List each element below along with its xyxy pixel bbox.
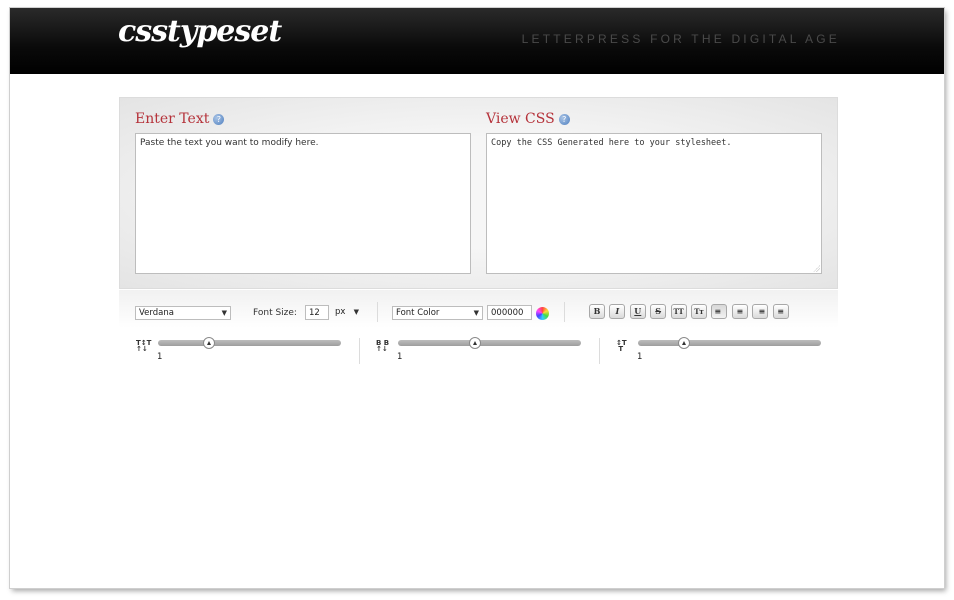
chevron-down-icon: ▼ — [473, 309, 479, 317]
divider — [377, 302, 378, 322]
font-color-input[interactable]: 000000 — [487, 305, 532, 320]
uppercase-button[interactable]: TT — [670, 304, 687, 319]
logo[interactable]: csstypeset — [118, 14, 282, 49]
line-height-icon: ↕T T — [616, 339, 627, 353]
css-output-placeholder: Copy the CSS Generated here to your styl… — [491, 138, 732, 148]
divider — [359, 338, 360, 364]
line-height-value: 1 — [637, 352, 643, 362]
help-icon[interactable]: ? — [213, 113, 225, 125]
bold-button[interactable]: B — [589, 304, 605, 319]
letter-spacing-value: 1 — [157, 352, 163, 362]
underline-button[interactable]: U — [629, 304, 646, 319]
view-css-heading: View CSS? — [486, 111, 570, 127]
help-icon[interactable]: ? — [558, 113, 570, 125]
text-input-area[interactable]: Paste the text you want to modify here. — [135, 133, 471, 274]
line-height-slider-thumb[interactable] — [677, 337, 690, 349]
word-spacing-slider-thumb[interactable] — [468, 337, 481, 349]
chevron-down-icon: ▼ — [353, 308, 359, 316]
text-input-placeholder: Paste the text you want to modify here. — [140, 138, 319, 148]
font-color-select[interactable]: Font Color ▼ — [392, 306, 483, 320]
letter-spacing-slider-thumb[interactable] — [203, 337, 216, 349]
editor-panel: Enter Text? Paste the text you want to m… — [119, 97, 838, 289]
enter-text-heading: Enter Text? — [135, 111, 225, 127]
capitalize-button[interactable]: Tт — [691, 304, 707, 319]
italic-button[interactable]: I — [609, 304, 626, 319]
word-spacing-value: 1 — [397, 352, 403, 362]
format-toolbar: Verdana ▼ Font Size: 12 px ▼ Font Color ▼ 0… — [119, 290, 838, 328]
letter-spacing-icon: T↕T ↑↓ — [136, 339, 152, 353]
resize-handle-icon[interactable] — [813, 265, 820, 272]
line-height-slider[interactable] — [638, 337, 821, 349]
chevron-down-icon: ▼ — [221, 309, 227, 317]
header-bar: csstypeset LETTERPRESS FOR THE DIGITAL A… — [10, 8, 944, 74]
word-spacing-icon: B B ↑↓ — [376, 339, 390, 353]
font-size-unit-select[interactable]: px ▼ — [332, 306, 362, 320]
letter-spacing-slider[interactable] — [158, 337, 341, 349]
font-family-select[interactable]: Verdana ▼ — [135, 306, 231, 320]
font-size-input[interactable]: 12 — [305, 305, 329, 320]
divider — [564, 302, 565, 322]
align-left-button[interactable]: ≡ — [711, 304, 728, 319]
align-right-button[interactable]: ≡ — [752, 304, 769, 319]
align-center-button[interactable]: ≡ — [731, 304, 748, 319]
strikethrough-button[interactable]: S — [650, 304, 667, 319]
font-size-label: Font Size: — [253, 308, 297, 318]
css-output-area[interactable]: Copy the CSS Generated here to your styl… — [486, 133, 822, 274]
justify-button[interactable]: ≡ — [772, 304, 789, 319]
tagline: LETTERPRESS FOR THE DIGITAL AGE — [521, 32, 840, 46]
word-spacing-slider[interactable] — [398, 337, 581, 349]
divider — [599, 338, 600, 364]
slider-row: T↕T ↑↓ 1 B B ↑↓ 1 ↕T T 1 — [10, 328, 944, 368]
color-wheel-icon[interactable] — [536, 307, 549, 320]
app-window: csstypeset LETTERPRESS FOR THE DIGITAL A… — [10, 8, 944, 588]
